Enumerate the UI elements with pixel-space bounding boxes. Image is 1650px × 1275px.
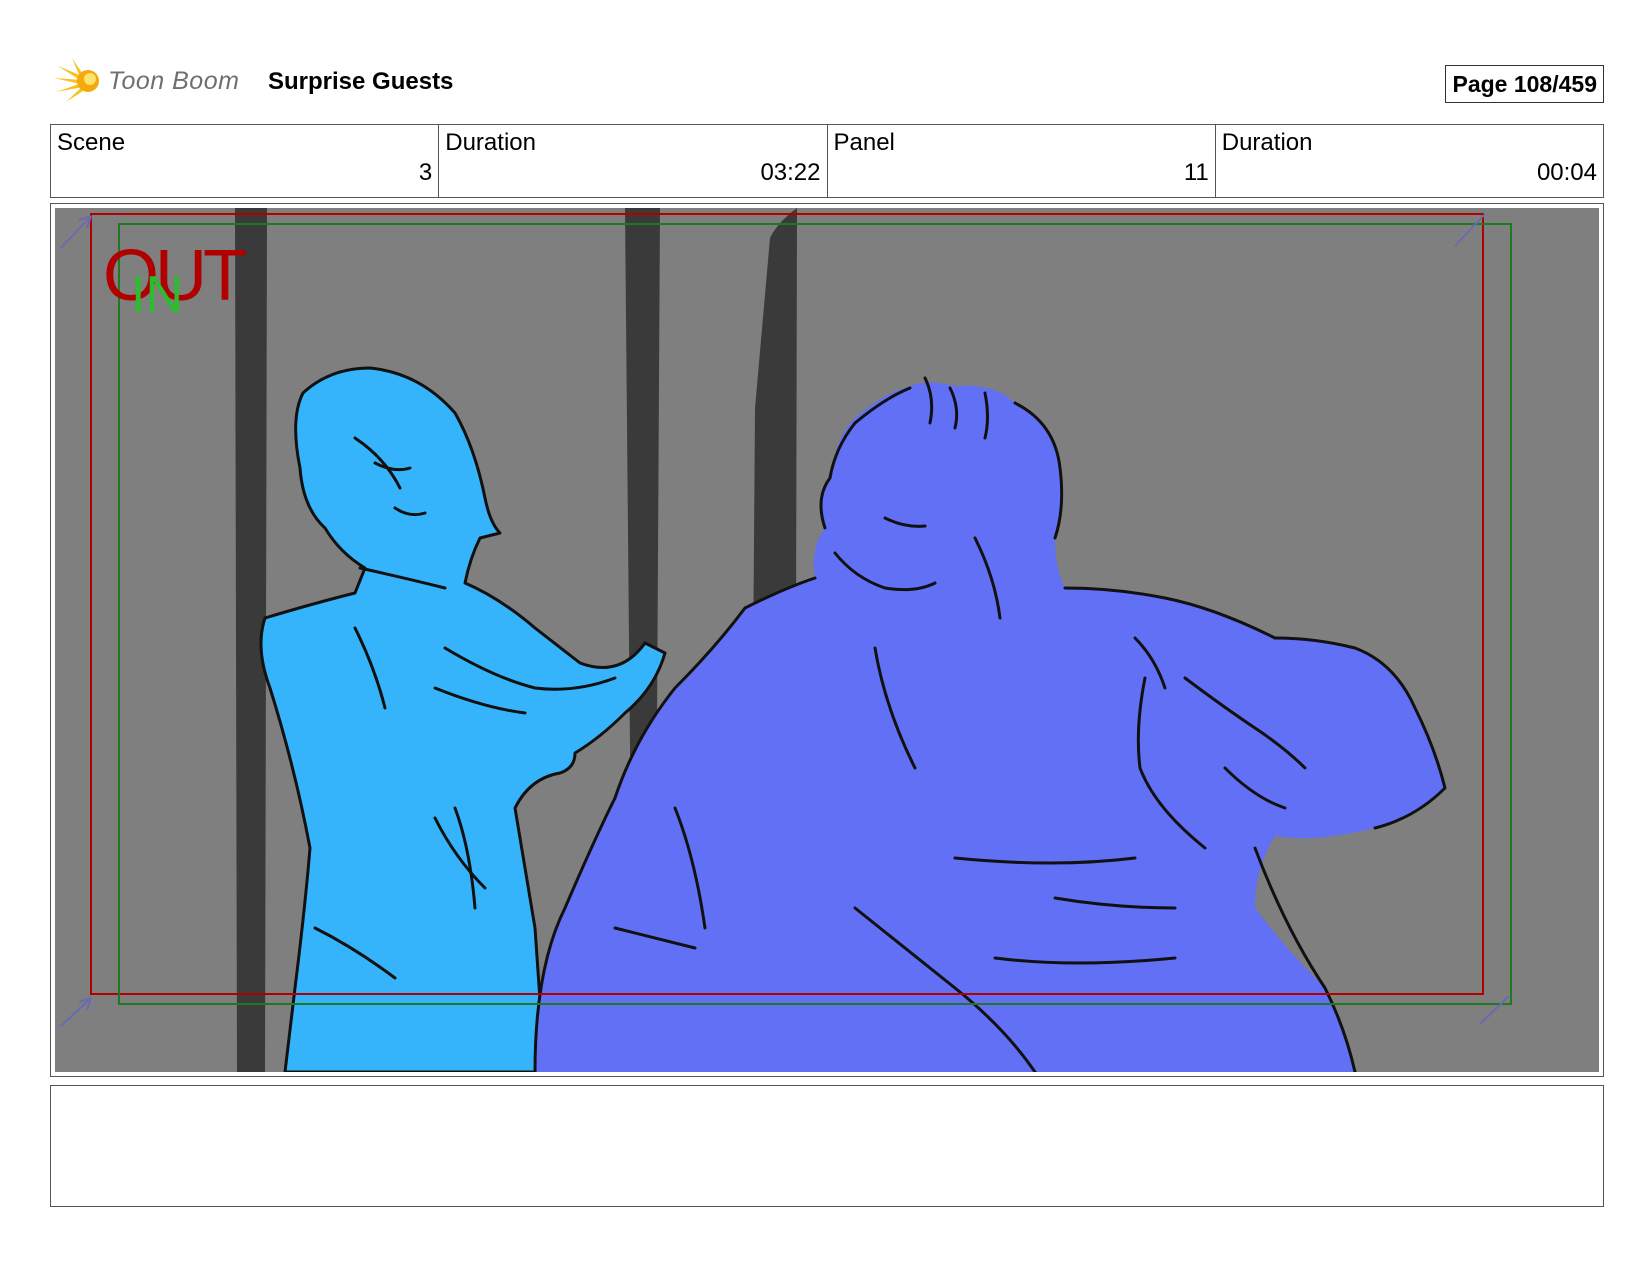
scene-duration-label: Duration (445, 129, 536, 156)
scene-duration-value: 03:22 (760, 159, 821, 186)
panel-value: 11 (1183, 159, 1209, 186)
panel-drawing: OUT IN (55, 208, 1599, 1072)
panel-duration-value: 00:04 (1536, 159, 1597, 186)
scene-label: Scene (57, 129, 126, 156)
scene-duration-cell: Duration 03:22 (439, 125, 828, 197)
logo-text: Toon Boom (108, 66, 240, 95)
notes-box (50, 1085, 1604, 1207)
panel-label: Panel (833, 129, 895, 156)
scene-cell: Scene 3 (51, 125, 440, 197)
project-title: Surprise Guests (268, 68, 454, 95)
panel-duration-cell: Duration 00:04 (1216, 125, 1603, 197)
starburst-logo-icon (54, 58, 99, 102)
storyboard-panel: OUT IN (50, 203, 1604, 1077)
toon-boom-logo: Toon Boom (52, 56, 262, 106)
page-header: Toon Boom Surprise Guests Page 108/459 (52, 56, 1604, 106)
scene-info-table: Scene 3 Duration 03:22 Panel 11 Duration… (50, 124, 1604, 198)
scene-value: 3 (418, 159, 433, 186)
in-marker: IN (131, 266, 183, 324)
panel-duration-label: Duration (1221, 129, 1313, 156)
panel-cell: Panel 11 (828, 125, 1216, 197)
page-indicator: Page 108/459 (1445, 65, 1604, 103)
